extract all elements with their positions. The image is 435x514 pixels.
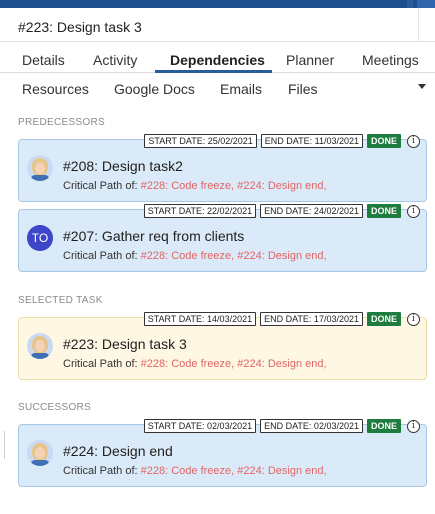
critical-path-links[interactable]: #228: Code freeze, #224: Design end,: [141, 250, 327, 262]
task-title[interactable]: #223: Design task 3: [63, 336, 187, 352]
chevron-down-icon[interactable]: [418, 84, 426, 89]
tab-resources[interactable]: Resources: [22, 81, 89, 97]
info-icon[interactable]: i: [407, 419, 420, 433]
section-label-selected: SELECTED TASK: [18, 295, 103, 306]
critical-path: Critical Path of: #228: Code freeze, #22…: [63, 358, 327, 370]
task-title[interactable]: #224: Design end: [63, 443, 173, 459]
task-title[interactable]: #207: Gather req from clients: [63, 228, 244, 244]
tab-planner[interactable]: Planner: [286, 52, 334, 68]
avatar: TO: [27, 225, 53, 251]
dependency-card-208[interactable]: START DATE: 25/02/2021 END DATE: 11/03/2…: [18, 134, 427, 202]
critical-path-label: Critical Path of:: [63, 250, 138, 262]
end-date-chip: END DATE: 24/02/2021: [260, 204, 363, 218]
critical-path: Critical Path of: #228: Code freeze, #22…: [63, 250, 327, 262]
card-badges: START DATE: 25/02/2021 END DATE: 11/03/2…: [144, 134, 420, 148]
selected-task-card[interactable]: START DATE: 14/03/2021 END DATE: 17/03/2…: [18, 312, 427, 380]
start-date-chip: START DATE: 22/02/2021: [143, 204, 257, 218]
task-title[interactable]: #208: Design task2: [63, 158, 183, 174]
info-icon[interactable]: i: [407, 134, 420, 148]
status-badge: DONE: [366, 419, 401, 433]
tab-details[interactable]: Details: [22, 52, 65, 68]
info-icon[interactable]: i: [407, 204, 420, 218]
start-date-chip: START DATE: 14/03/2021: [143, 312, 257, 326]
critical-path-links[interactable]: #228: Code freeze, #224: Design end,: [141, 465, 327, 477]
task-header: #223: Design task 3: [0, 8, 435, 42]
active-tab-indicator: [155, 70, 272, 73]
top-accent-bar: [0, 0, 435, 8]
card-badges: START DATE: 14/03/2021 END DATE: 17/03/2…: [143, 312, 420, 326]
info-icon[interactable]: i: [407, 312, 420, 326]
dependency-card-224[interactable]: START DATE: 02/03/2021 END DATE: 02/03/2…: [18, 419, 427, 487]
toolbar-indicator: [417, 0, 435, 8]
tab-emails[interactable]: Emails: [220, 81, 262, 97]
critical-path: Critical Path of: #228: Code freeze, #22…: [63, 180, 327, 192]
end-date-chip: END DATE: 02/03/2021: [260, 419, 363, 433]
critical-path-links[interactable]: #228: Code freeze, #224: Design end,: [141, 358, 327, 370]
end-date-chip: END DATE: 17/03/2021: [260, 312, 363, 326]
critical-path-links[interactable]: #228: Code freeze, #224: Design end,: [141, 180, 327, 192]
toolbar-indicator: [407, 0, 413, 8]
tab-google-docs[interactable]: Google Docs: [114, 81, 195, 97]
resize-handle[interactable]: [0, 431, 5, 459]
critical-path-label: Critical Path of:: [63, 358, 138, 370]
status-badge: DONE: [366, 134, 401, 148]
end-date-chip: END DATE: 11/03/2021: [260, 134, 363, 148]
header-divider: [418, 8, 419, 42]
card-badges: START DATE: 02/03/2021 END DATE: 02/03/2…: [143, 419, 420, 433]
dependency-card-207[interactable]: START DATE: 22/02/2021 END DATE: 24/02/2…: [18, 204, 427, 272]
section-label-predecessors: PREDECESSORS: [18, 117, 105, 128]
tab-dependencies[interactable]: Dependencies: [170, 52, 265, 68]
page-title: #223: Design task 3: [18, 19, 142, 35]
avatar: [27, 155, 53, 181]
section-label-successors: SUCCESSORS: [18, 402, 92, 413]
card-badges: START DATE: 22/02/2021 END DATE: 24/02/2…: [143, 204, 420, 218]
status-badge: DONE: [366, 312, 401, 326]
start-date-chip: START DATE: 02/03/2021: [143, 419, 257, 433]
start-date-chip: START DATE: 25/02/2021: [144, 134, 257, 148]
tab-activity[interactable]: Activity: [93, 52, 137, 68]
avatar: [27, 440, 53, 466]
critical-path-label: Critical Path of:: [63, 180, 138, 192]
critical-path-label: Critical Path of:: [63, 465, 138, 477]
avatar: [27, 333, 53, 359]
tab-meetings[interactable]: Meetings: [362, 52, 419, 68]
tab-files[interactable]: Files: [288, 81, 318, 97]
status-badge: DONE: [366, 204, 401, 218]
critical-path: Critical Path of: #228: Code freeze, #22…: [63, 465, 327, 477]
